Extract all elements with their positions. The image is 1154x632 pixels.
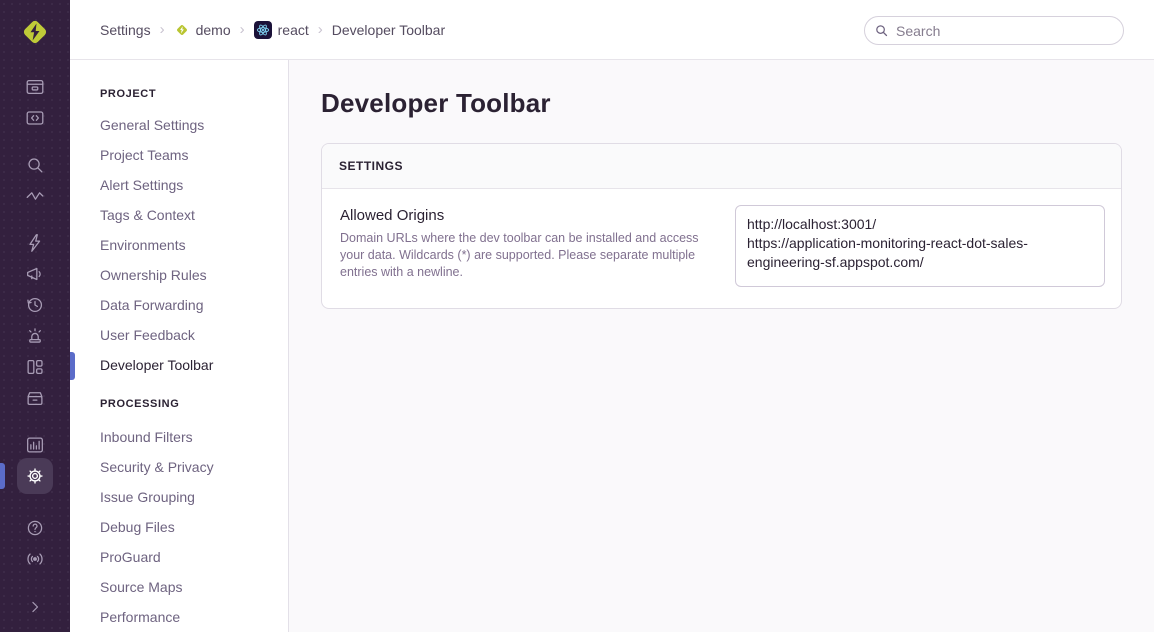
- dashboards-icon[interactable]: [0, 353, 70, 381]
- sidebar-item-ownership-rules[interactable]: Ownership Rules: [70, 260, 288, 290]
- megaphone-icon[interactable]: [0, 260, 70, 288]
- projects-icon[interactable]: [0, 104, 70, 132]
- sidebar-item-general-settings[interactable]: General Settings: [70, 110, 288, 140]
- top-header: Settings demo: [70, 0, 1154, 60]
- sidebar-item-debug-files[interactable]: Debug Files: [70, 512, 288, 542]
- siren-icon[interactable]: [0, 322, 70, 350]
- sidebar-item-data-forwarding[interactable]: Data Forwarding: [70, 290, 288, 320]
- breadcrumb-current-page: Developer Toolbar: [332, 22, 445, 38]
- breadcrumb-current-label: Developer Toolbar: [332, 22, 445, 38]
- chevron-right-icon: [160, 22, 165, 37]
- allowed-origins-label: Allowed Origins: [340, 207, 711, 224]
- sidebar-item-developer-toolbar[interactable]: Developer Toolbar: [70, 350, 288, 380]
- sidebar-item-project-teams[interactable]: Project Teams: [70, 140, 288, 170]
- sidebar-item-performance[interactable]: Performance: [70, 602, 288, 632]
- breadcrumb-project-label: react: [278, 22, 309, 38]
- sidebar-item-tags-context[interactable]: Tags & Context: [70, 200, 288, 230]
- breadcrumb-org-label: demo: [196, 22, 231, 38]
- sidebar-active-indicator: [70, 352, 75, 380]
- allowed-origins-row: Allowed Origins Domain URLs where the de…: [322, 189, 1121, 308]
- help-icon[interactable]: [0, 514, 70, 542]
- search-box: [864, 16, 1124, 45]
- sidebar-item-alert-settings[interactable]: Alert Settings: [70, 170, 288, 200]
- field-meta: Allowed Origins Domain URLs where the de…: [338, 205, 735, 289]
- search-input[interactable]: [864, 16, 1124, 45]
- releases-icon[interactable]: [0, 384, 70, 412]
- sidebar-item-proguard[interactable]: ProGuard: [70, 542, 288, 572]
- chevron-right-icon: [318, 22, 323, 37]
- sidebar-section-processing: PROCESSING: [100, 394, 288, 414]
- settings-panel: SETTINGS Allowed Origins Domain URLs whe…: [321, 143, 1122, 309]
- history-icon[interactable]: [0, 291, 70, 319]
- lightning-icon[interactable]: [0, 229, 70, 257]
- sidebar-item-source-maps[interactable]: Source Maps: [70, 572, 288, 602]
- search-icon[interactable]: [0, 151, 70, 179]
- sidebar-section-project: PROJECT: [100, 84, 288, 104]
- main-content: Developer Toolbar SETTINGS Allowed Origi…: [289, 60, 1154, 632]
- app-window: Settings demo: [0, 0, 1154, 632]
- chevron-right-icon: [240, 22, 245, 37]
- sidebar-item-security-privacy[interactable]: Security & Privacy: [70, 452, 288, 482]
- allowed-origins-textarea[interactable]: http://localhost:3001/ https://applicati…: [735, 205, 1105, 287]
- settings-gear-icon[interactable]: [17, 458, 53, 494]
- breadcrumb: Settings demo: [70, 21, 445, 39]
- sidebar-item-environments[interactable]: Environments: [70, 230, 288, 260]
- org-logo[interactable]: [17, 14, 53, 50]
- breadcrumb-project[interactable]: react: [254, 21, 309, 39]
- broadcast-icon[interactable]: [0, 545, 70, 573]
- collapse-icon[interactable]: [0, 593, 70, 621]
- traces-icon[interactable]: [0, 182, 70, 210]
- sidebar-item-user-feedback[interactable]: User Feedback: [70, 320, 288, 350]
- panel-header: SETTINGS: [322, 144, 1121, 189]
- breadcrumb-settings[interactable]: Settings: [100, 22, 151, 38]
- allowed-origins-help: Domain URLs where the dev toolbar can be…: [340, 230, 705, 281]
- lime-diamond-logo-icon: [17, 14, 53, 50]
- rail-active-indicator: [0, 463, 5, 489]
- sidebar-item-issue-grouping[interactable]: Issue Grouping: [70, 482, 288, 512]
- search-icon: [874, 23, 889, 38]
- react-platform-icon: [254, 21, 272, 39]
- primary-nav-rail: [0, 0, 70, 632]
- settings-sidebar: PROJECT General Settings Project Teams A…: [70, 60, 289, 632]
- sidebar-item-inbound-filters[interactable]: Inbound Filters: [70, 422, 288, 452]
- page-title: Developer Toolbar: [321, 88, 1122, 119]
- stats-icon[interactable]: [0, 431, 70, 459]
- field-control: http://localhost:3001/ https://applicati…: [735, 205, 1105, 292]
- issues-icon[interactable]: [0, 73, 70, 101]
- breadcrumb-settings-label: Settings: [100, 22, 151, 38]
- org-demo-icon: [174, 22, 190, 38]
- breadcrumb-org[interactable]: demo: [174, 22, 231, 38]
